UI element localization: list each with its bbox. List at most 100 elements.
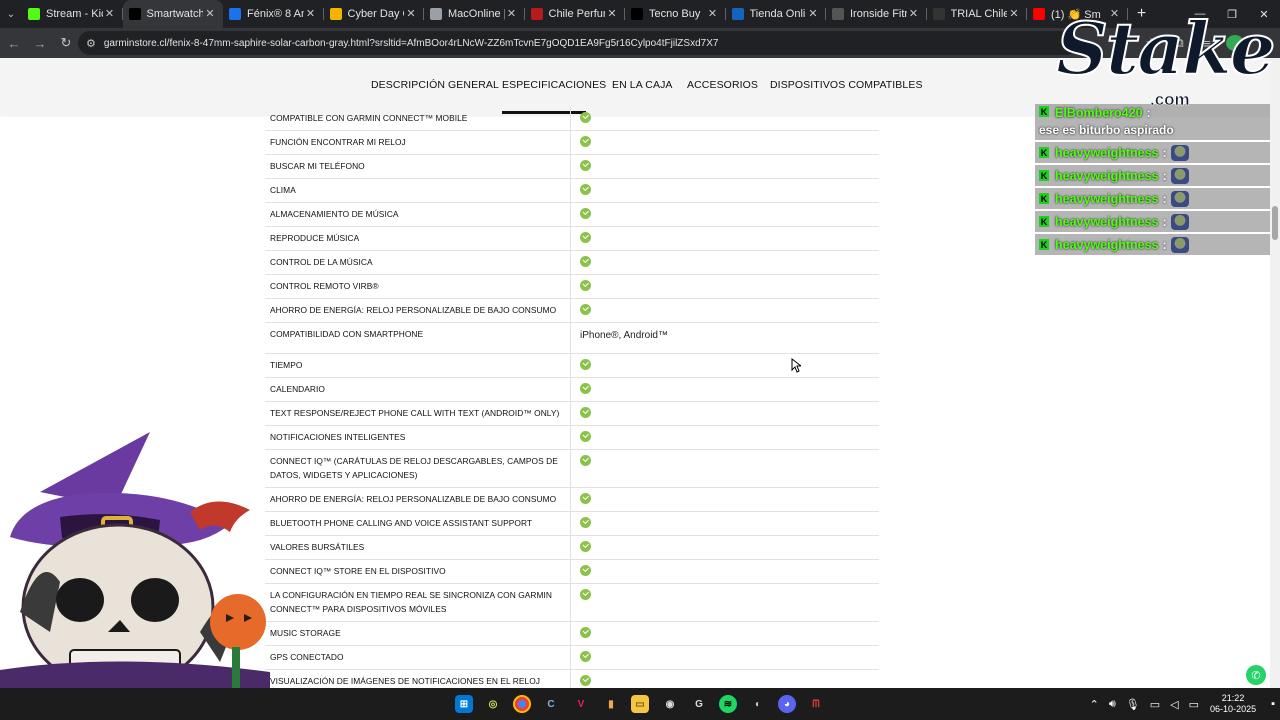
spec-value [571,402,879,425]
discord-icon[interactable]: ◕ [778,695,796,713]
site-info-icon[interactable]: ⚙ [86,37,96,50]
reload-icon[interactable]: ↻ [54,31,78,55]
start-menu-icon[interactable]: ⊞ [455,695,473,713]
close-tab-icon[interactable]: ✕ [505,7,519,21]
network-icon[interactable]: ▭ [1150,698,1160,711]
checkmark-icon [580,208,591,219]
spec-value [571,299,879,322]
browser-tab[interactable]: Stream - Kick D✕ [22,0,123,28]
close-tab-icon[interactable]: ✕ [1007,7,1021,21]
app-v-icon[interactable]: V [572,695,590,713]
close-tab-icon[interactable]: ✕ [404,7,418,21]
chat-message: Kheavyweightness: [1035,211,1270,232]
nav-especificaciones[interactable]: ESPECIFICACIONES [502,79,606,91]
tray-expand-icon[interactable]: ⌃ [1090,698,1099,711]
taskbar-clock[interactable]: 21:22 06-10-2025 [1210,693,1256,715]
app-book-icon[interactable]: ▮ [602,695,620,713]
app-g-icon[interactable]: G [690,695,708,713]
spec-row: CONNECT IQ™ STORE EN EL DISPOSITIVO [265,560,879,584]
volume-icon[interactable]: ◁ [1170,698,1178,711]
chat-colon: : [1162,191,1167,206]
spec-label: MUSIC STORAGE [265,622,571,645]
checkmark-icon [580,383,591,394]
emote-icon [1170,167,1189,184]
close-tab-icon[interactable]: ✕ [806,7,820,21]
checkmark-icon [580,407,591,418]
spec-label: ALMACENAMIENTO DE MÚSICA [265,203,571,226]
tab-list: Stream - Kick D✕Smartwatch Fé✕Fénix® 8 A… [22,0,1128,28]
obs-icon[interactable]: ◉ [661,695,679,713]
chrome-icon[interactable] [513,695,531,713]
close-tab-icon[interactable]: ✕ [304,7,318,21]
url-text[interactable]: garminstore.cl/fenix-8-47mm-saphire-sola… [104,38,719,49]
forward-arrow-icon[interactable]: → [28,31,52,55]
browser-tab[interactable]: Tecno Buy ✕ [625,0,726,28]
app-c-icon[interactable]: C [542,695,560,713]
stake-logo-text: Stake [1055,5,1277,92]
chat-message: Kheavyweightness: [1035,142,1270,163]
checkmark-icon [580,565,591,576]
store-icon [731,8,744,20]
spec-label: CONTROL DE LA MÚSICA [265,251,571,274]
checkmark-icon [580,517,591,528]
app-o-icon[interactable]: ◎ [484,695,502,713]
browser-tab[interactable]: Fénix® 8 Amol✕ [223,0,324,28]
kick-icon: K [1039,106,1049,117]
browser-tab[interactable]: Smartwatch Fé✕ [122,0,223,28]
address-bar[interactable]: ⚙ garminstore.cl/fenix-8-47mm-saphire-so… [78,31,1078,55]
spec-value [571,622,879,645]
spec-value [571,536,879,559]
app-red-icon[interactable]: ᗰ [807,695,825,713]
spec-value [571,155,879,178]
browser-tab[interactable]: Ironside Fitnes✕ [826,0,927,28]
tab-search-icon[interactable]: ⌄ [0,0,22,28]
spec-row: TIEMPO [265,354,879,378]
spotify-icon[interactable]: ≋ [719,695,737,713]
checkmark-icon [580,675,591,686]
page-scrollbar[interactable] [1270,58,1280,688]
whatsapp-chat-button[interactable]: ✆ [1246,665,1266,685]
chat-username: heavyweightness [1055,168,1159,183]
back-arrow-icon[interactable]: ← [2,31,26,55]
battery-icon[interactable]: ▭ [1189,698,1199,711]
checkmark-icon [580,541,591,552]
browser-tab[interactable]: Cyber Day Ofic✕ [324,0,424,28]
checkmark-icon [580,431,591,442]
nav-en-la-caja[interactable]: EN LA CAJA [612,79,673,91]
close-tab-icon[interactable]: ✕ [706,7,720,21]
close-tab-icon[interactable]: ✕ [605,7,619,21]
browser-tab[interactable]: MacOnline | El✕ [424,0,525,28]
mic-icon[interactable]: 🎙︎ [1126,698,1140,711]
steam-icon[interactable]: ◐ [749,695,767,713]
youtube-icon [1033,8,1045,20]
nav-descripcion-general[interactable]: DESCRIPCIÓN GENERAL [371,79,499,91]
kick-icon: K [1039,193,1049,204]
close-tab-icon[interactable]: ✕ [907,7,921,21]
spec-label: CONNECT IQ™ (CARÁTULAS DE RELOJ DESCARGA… [265,450,571,487]
spec-value [571,354,879,377]
checkmark-icon [580,627,591,638]
page-icon [229,8,241,20]
spec-value: iPhone®, Android™ [580,330,668,341]
spec-value [571,488,879,511]
nav-accesorios[interactable]: ACCESORIOS [687,79,758,91]
chat-colon: : [1162,168,1167,183]
chat-message: Kheavyweightness: [1035,234,1270,255]
spec-label: REPRODUCE MÚSICA [265,227,571,250]
scrollbar-thumb[interactable] [1272,206,1278,240]
speaker-icon[interactable]: 🔊︎ [1109,698,1116,711]
spec-row: VALORES BURSÁTILES [265,536,879,560]
chat-username: heavyweightness [1055,214,1159,229]
browser-tab[interactable]: TRIAL Chile ✕ [927,0,1027,28]
spec-value [571,426,879,449]
close-tab-icon[interactable]: ✕ [103,7,117,21]
browser-tab[interactable]: Chile Perfume✕ [525,0,625,28]
browser-tab[interactable]: Tienda Online✕ [726,0,826,28]
spec-value [571,512,879,535]
nav-dispositivos-compatibles[interactable]: DISPOSITIVOS COMPATIBLES [770,79,923,91]
chat-message: Kheavyweightness: [1035,165,1270,186]
notification-bell-icon[interactable]: ▪ [1271,698,1275,710]
close-tab-icon[interactable]: ✕ [203,7,217,21]
system-tray: ⌃ 🔊︎ 🎙︎ ▭ ◁ ▭ 21:22 06-10-2025 ▪ [1085,688,1280,720]
file-explorer-icon[interactable]: ▭ [631,695,649,713]
